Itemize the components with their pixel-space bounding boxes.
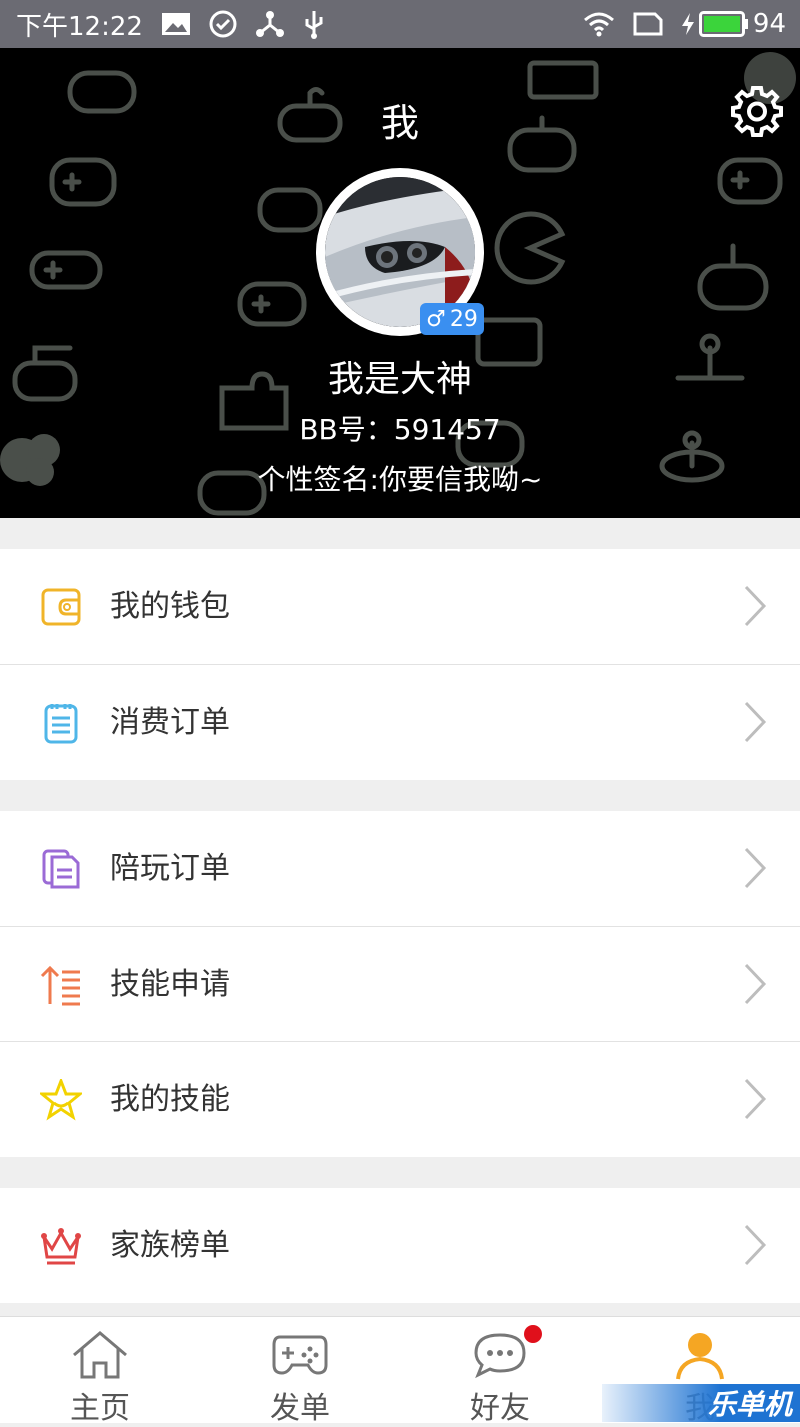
clipboard-list-icon (44, 704, 78, 744)
share-network-icon (255, 11, 284, 37)
menu-label-family-rank: 家族榜单 (110, 1228, 230, 1263)
user-icon (676, 1333, 724, 1380)
settings-gear-icon[interactable] (730, 84, 784, 138)
menu-label-my-skills: 我的技能 (110, 1082, 230, 1117)
tab-label-friends: 好友 (470, 1391, 530, 1426)
menu-label-skill-apply: 技能申请 (110, 967, 230, 1002)
chevron-right-icon (744, 701, 767, 743)
male-icon: ♂ (426, 306, 446, 332)
status-time: 下午12:22 (16, 11, 143, 42)
usb-icon (305, 11, 323, 39)
chevron-right-icon (744, 1078, 767, 1120)
image-notification-icon (161, 13, 190, 35)
user-nickname: 我是大神 (327, 359, 472, 400)
gender-age-badge: ♂ 29 (420, 303, 484, 335)
star-icon (40, 1079, 82, 1121)
chevron-right-icon (744, 1224, 767, 1266)
tab-label-post: 发单 (270, 1391, 330, 1426)
menu-item-skill-apply[interactable]: 技能申请 (0, 927, 800, 1042)
menu-label-consume-orders: 消费订单 (110, 705, 230, 740)
bb-number: BB号：591457 (299, 413, 501, 446)
user-signature: 个性签名:你要信我呦~ (257, 463, 543, 496)
tab-friends[interactable]: 好友 (400, 1317, 600, 1426)
profile-header: 我 ♂ 29 我是大神 BB号：591457 个性签名:你要信我呦~ (0, 48, 800, 518)
menu-label-play-orders: 陪玩订单 (110, 851, 230, 886)
check-circle-icon (209, 10, 237, 38)
home-icon (73, 1331, 127, 1379)
menu-item-wallet[interactable]: 我的钱包 (0, 549, 800, 664)
tab-label-home: 主页 (70, 1391, 130, 1426)
notification-dot (524, 1325, 542, 1343)
gamepad-icon (272, 1335, 328, 1375)
menu-item-family-rank[interactable]: 家族榜单 (0, 1188, 800, 1303)
sort-up-icon (40, 965, 80, 1006)
menu-item-play-orders[interactable]: 陪玩订单 (0, 811, 800, 926)
menu-item-consume-orders[interactable]: 消费订单 (0, 665, 800, 780)
wifi-icon (583, 12, 614, 37)
battery-indicator: 94 (681, 9, 786, 39)
age-value: 29 (449, 306, 478, 332)
chevron-right-icon (744, 847, 767, 889)
documents-icon (42, 849, 80, 889)
status-left: 下午12:22 (16, 6, 325, 43)
chat-bubble-icon (474, 1333, 526, 1379)
menu-label-wallet: 我的钱包 (110, 589, 230, 624)
crown-icon (41, 1228, 81, 1265)
chevron-right-icon (744, 585, 767, 627)
watermark-logo: 乐单机 (602, 1384, 800, 1422)
menu-item-my-skills[interactable]: 我的技能 (0, 1042, 800, 1157)
battery-level: 94 (752, 9, 786, 39)
sim-card-icon (633, 12, 663, 36)
charging-bolt-icon (681, 13, 694, 35)
chevron-right-icon (744, 963, 767, 1005)
tab-post[interactable]: 发单 (200, 1317, 400, 1426)
tab-home[interactable]: 主页 (0, 1317, 200, 1426)
status-right: 94 (583, 9, 786, 39)
battery-icon (698, 11, 748, 37)
wallet-icon (41, 588, 81, 626)
page-title: 我 (380, 101, 419, 145)
status-bar: 下午12:22 94 (0, 0, 800, 48)
